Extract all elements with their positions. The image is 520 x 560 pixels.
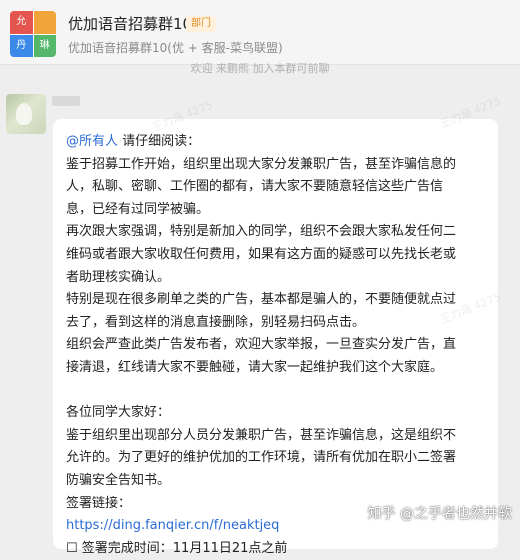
group-avatar-tile: 允	[10, 11, 33, 34]
group-avatar-tile	[33, 11, 56, 34]
message-line: 去了，看到这样的消息直接删除，别轻易扫码点击。	[66, 314, 366, 330]
message-text: 请仔细阅读：	[122, 134, 201, 149]
message-line: 者助理核实确认。	[66, 269, 171, 285]
message-line: 各位同学大家好：	[66, 405, 171, 421]
message-line: 鉴于招募工作开始，组织里出现大家分发兼职广告，甚至诈骗信息的	[66, 156, 457, 172]
sender-avatar[interactable]	[6, 94, 46, 134]
system-notice: 欢迎 来鹏熊 加入本群可前聊	[190, 63, 330, 74]
group-avatar-tile: 琳	[33, 34, 56, 57]
sender-name-blurred	[52, 96, 80, 106]
zhihu-watermark: 知乎 @之乎者也然并软	[367, 506, 512, 522]
message-line: 维码或者跟大家收取任何费用，如果有这方面的疑惑可以先找长老或	[66, 246, 457, 262]
message-line: 鉴于组织里出现部分人员分发兼职广告，甚至诈骗信息，这是组织不	[66, 427, 457, 443]
message-line: 息，已经有过同学被骗。	[66, 201, 210, 217]
message-line: 再次跟大家强调，特别是新加入的同学，组织不会跟大家私发任何二	[66, 224, 457, 240]
message-line: 允许的。为了更好的维护优加的工作环境，请所有优加在职小二签署	[66, 450, 457, 466]
message-line: 接清退，红线请大家不要触碰，请大家一起维护我们这个大家庭。	[66, 359, 444, 375]
message-bubble[interactable]: @所有人 请仔细阅读： 鉴于招募工作开始，组织里出现大家分发兼职广告，甚至诈骗信…	[53, 119, 498, 556]
group-subtitle: 优加语音招募群10(优 + 客服-菜鸟联盟)	[68, 41, 283, 55]
message-line: 组织会严查此类广告发布者，欢迎大家举报，一旦查实分发广告，直	[66, 337, 457, 353]
message-line: 特别是现在很多刷单之类的广告，基本都是骗人的，不要随便就点过	[66, 292, 457, 308]
group-title[interactable]: 优加语音招募群10	[68, 13, 192, 34]
message-line: ☐ 签署完成时间：11月11日21点之前	[66, 540, 288, 556]
message-line: 人，私聊、密聊、工作圈的都有，请大家不要随意轻信这些广告信	[66, 179, 444, 195]
chat-header: 允 丹 琳 优加语音招募群10 部门 优加语音招募群10(优 + 客服-菜鸟联盟…	[0, 0, 520, 65]
message-line-0: @所有人 请仔细阅读：	[66, 131, 485, 154]
group-avatar-tile: 丹	[10, 34, 33, 57]
group-avatar[interactable]: 允 丹 琳	[10, 11, 56, 57]
mention-all-link[interactable]: @所有人	[66, 134, 118, 149]
message-line: 防骗安全告知书。	[66, 472, 171, 488]
department-tag: 部门	[186, 16, 216, 32]
